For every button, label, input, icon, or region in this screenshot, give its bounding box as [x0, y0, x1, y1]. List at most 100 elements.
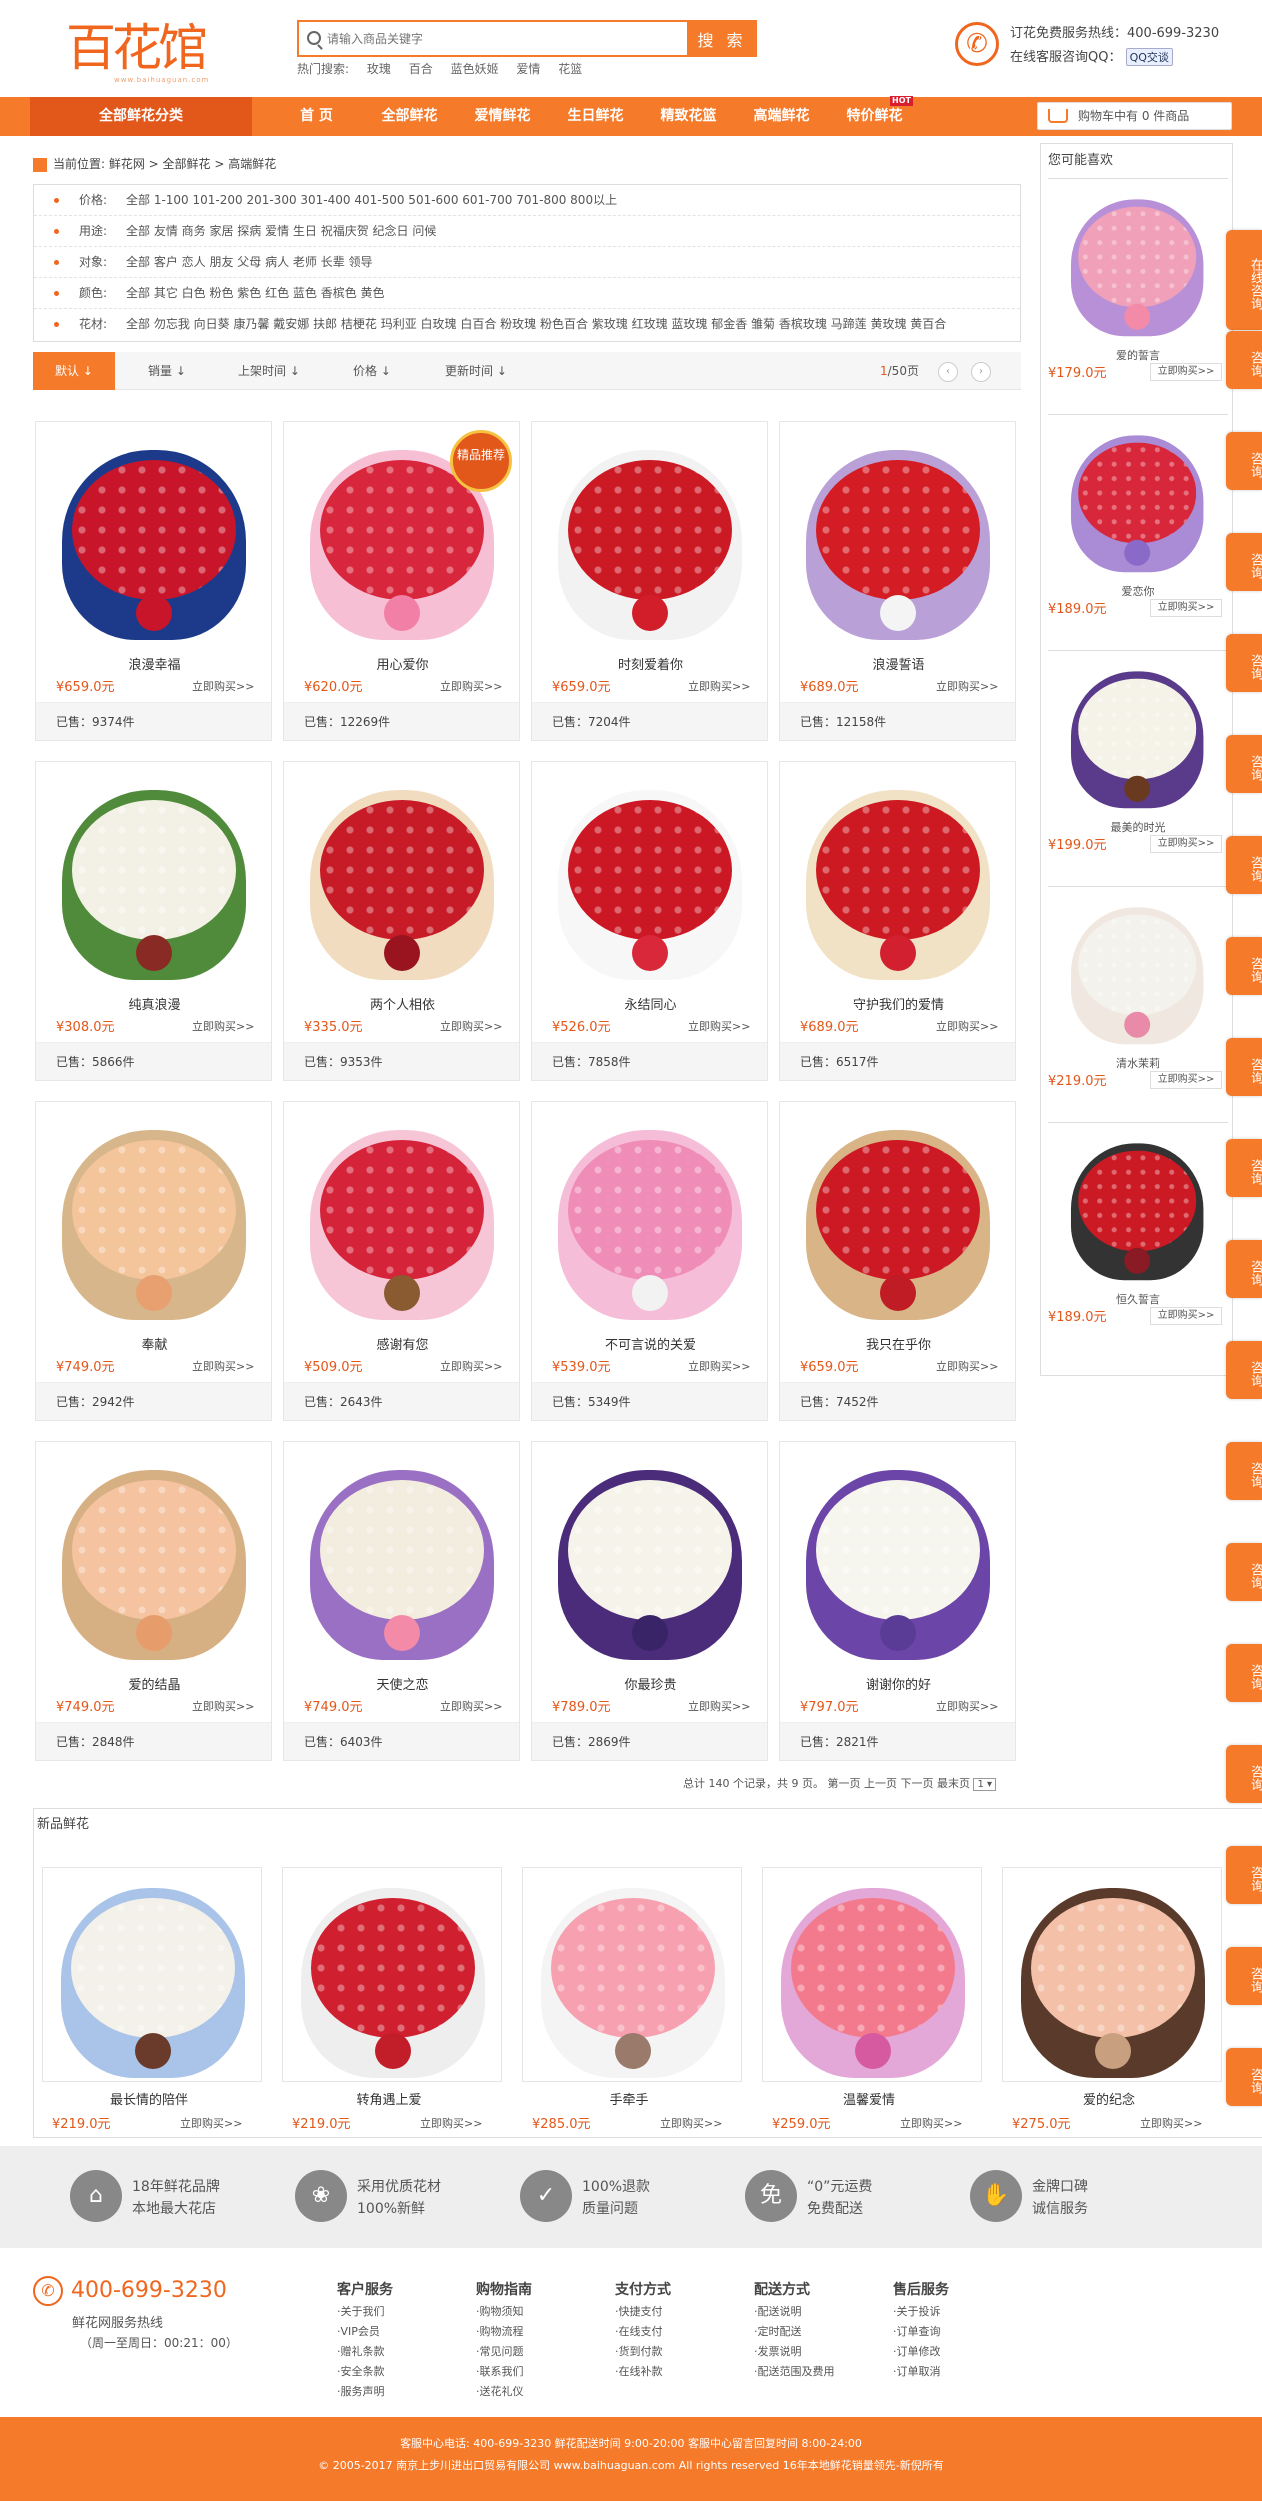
nav-item-birthday[interactable]: 生日鲜花 [549, 97, 642, 136]
product-image[interactable] [44, 430, 264, 655]
online-consult-tab[interactable]: 咨询 [1226, 1543, 1262, 1601]
sidebar-product-name[interactable]: 爱恋你 [1048, 583, 1228, 599]
footer-link[interactable]: ·在线补款 [615, 2362, 671, 2382]
product-name[interactable]: 不可言说的关爱 [532, 1334, 769, 1353]
sidebar-product[interactable]: 爱的誓言 ¥179.0元 立即购买>> [1048, 178, 1228, 414]
product-name[interactable]: 感谢有您 [284, 1334, 521, 1353]
sidebar-buy-button[interactable]: 立即购买>> [1150, 835, 1222, 853]
product-card[interactable]: 时刻爱着你 ¥659.0元 立即购买>> 已售：7204件 [531, 421, 768, 741]
sort-default[interactable]: 默认 ↓ [33, 352, 115, 390]
sidebar-product-name[interactable]: 爱的誓言 [1048, 347, 1228, 363]
product-name[interactable]: 浪漫誓语 [780, 654, 1017, 673]
sidebar-buy-button[interactable]: 立即购买>> [1150, 1071, 1222, 1089]
footer-link[interactable]: ·快捷支付 [615, 2302, 671, 2322]
online-consult-tab[interactable]: 咨询 [1226, 735, 1262, 793]
sort-price[interactable]: 价格 ↓ [353, 352, 391, 390]
footer-link[interactable]: ·订单查询 [893, 2322, 949, 2342]
online-consult-tab[interactable]: 咨询 [1226, 937, 1262, 995]
online-consult-tab[interactable]: 咨询 [1226, 1341, 1262, 1399]
product-image[interactable] [292, 1110, 512, 1335]
product-card[interactable]: 浪漫幸福 ¥659.0元 立即购买>> 已售：9374件 [35, 421, 272, 741]
breadcrumb-text[interactable]: 当前位置: 鲜花网 > 全部鲜花 > 高端鲜花 [53, 157, 276, 171]
next-page-button[interactable]: › [971, 362, 991, 382]
footer-link[interactable]: ·在线支付 [615, 2322, 671, 2342]
new-product-image[interactable] [522, 1867, 742, 2082]
product-card[interactable]: 不可言说的关爱 ¥539.0元 立即购买>> 已售：5349件 [531, 1101, 768, 1421]
online-consult-tab[interactable]: 咨询 [1226, 1240, 1262, 1298]
new-product-name[interactable]: 手牵手 [514, 2089, 744, 2108]
sidebar-product-image[interactable] [1058, 657, 1218, 817]
product-name[interactable]: 永结同心 [532, 994, 769, 1013]
new-product-image[interactable] [1002, 1867, 1222, 2082]
pagination-text[interactable]: 总计 140 个记录，共 9 页。 第一页 上一页 下一页 最末页 [683, 1777, 970, 1790]
product-name[interactable]: 奉献 [36, 1334, 273, 1353]
new-product-name[interactable]: 爱的纪念 [994, 2089, 1224, 2108]
new-product[interactable]: 温馨爱情 ¥259.0元 立即购买>> [754, 1867, 982, 2132]
product-name[interactable]: 时刻爱着你 [532, 654, 769, 673]
product-name[interactable]: 你最珍贵 [532, 1674, 769, 1693]
new-product[interactable]: 最长情的陪伴 ¥219.0元 立即购买>> [34, 1867, 262, 2132]
prev-page-button[interactable]: ‹ [938, 362, 958, 382]
buy-now-link[interactable]: 立即购买>> [936, 1018, 998, 1034]
sidebar-product-name[interactable]: 清水茉莉 [1048, 1055, 1228, 1071]
hot-search-link[interactable]: 玫瑰 [367, 62, 391, 76]
footer-link[interactable]: ·配送范围及费用 [754, 2362, 835, 2382]
footer-link[interactable]: ·关于投诉 [893, 2302, 949, 2322]
buy-now-link[interactable]: 立即购买>> [688, 1698, 750, 1714]
sidebar-product-image[interactable] [1058, 185, 1218, 345]
sidebar-product-name[interactable]: 最美的时光 [1048, 819, 1228, 835]
sidebar-product-image[interactable] [1058, 421, 1218, 581]
product-name[interactable]: 天使之恋 [284, 1674, 521, 1693]
sort-listed-time[interactable]: 上架时间 ↓ [238, 352, 300, 390]
nav-item-love[interactable]: 爱情鲜花 [456, 97, 549, 136]
search-input[interactable] [327, 27, 707, 50]
online-consult-tab[interactable]: 咨询 [1226, 1745, 1262, 1803]
footer-link[interactable]: ·订单修改 [893, 2342, 949, 2362]
online-consult-tab[interactable]: 咨询 [1226, 836, 1262, 894]
product-card[interactable]: 天使之恋 ¥749.0元 立即购买>> 已售：6403件 [283, 1441, 520, 1761]
hot-search-link[interactable]: 花篮 [558, 62, 582, 76]
nav-item-premium[interactable]: 高端鲜花 [735, 97, 828, 136]
product-name[interactable]: 我只在乎你 [780, 1334, 1017, 1353]
product-card[interactable]: 永结同心 ¥526.0元 立即购买>> 已售：7858件 [531, 761, 768, 1081]
sidebar-product-image[interactable] [1058, 1129, 1218, 1289]
footer-link[interactable]: ·联系我们 [476, 2362, 532, 2382]
footer-link[interactable]: ·安全条款 [337, 2362, 393, 2382]
buy-now-link[interactable]: 立即购买>> [192, 678, 254, 694]
footer-link[interactable]: ·常见问题 [476, 2342, 532, 2362]
footer-link[interactable]: ·购物流程 [476, 2322, 532, 2342]
product-image[interactable]: 精品推荐 [292, 430, 512, 655]
new-buy-link[interactable]: 立即购买>> [900, 2115, 962, 2131]
product-image[interactable] [44, 770, 264, 995]
online-consult-tab[interactable]: 咨询 [1226, 1644, 1262, 1702]
footer-link[interactable]: ·配送说明 [754, 2302, 835, 2322]
filter-options[interactable]: 全部 其它 白色 粉色 紫色 红色 蓝色 香槟色 黄色 [126, 278, 385, 309]
footer-link[interactable]: ·货到付款 [615, 2342, 671, 2362]
product-image[interactable] [788, 1110, 1008, 1335]
new-buy-link[interactable]: 立即购买>> [420, 2115, 482, 2131]
filter-options[interactable]: 全部 客户 恋人 朋友 父母 病人 老师 长辈 领导 [126, 247, 373, 278]
new-product-name[interactable]: 最长情的陪伴 [34, 2089, 264, 2108]
filter-options[interactable]: 全部 1-100 101-200 201-300 301-400 401-500… [126, 185, 617, 216]
buy-now-link[interactable]: 立即购买>> [192, 1358, 254, 1374]
product-image[interactable] [44, 1450, 264, 1675]
product-name[interactable]: 谢谢你的好 [780, 1674, 1017, 1693]
buy-now-link[interactable]: 立即购买>> [440, 1018, 502, 1034]
online-consult-tab[interactable]: 咨询 [1226, 634, 1262, 692]
nav-item-sale[interactable]: 特价鲜花 HOT [828, 96, 921, 136]
sidebar-product[interactable]: 最美的时光 ¥199.0元 立即购买>> [1048, 650, 1228, 886]
online-consult-tab[interactable]: 咨询 [1226, 1139, 1262, 1197]
online-consult-tab[interactable]: 咨询 [1226, 1442, 1262, 1500]
logo[interactable]: 百花馆 www.baihuaguan.com [66, 18, 216, 90]
nav-item-home[interactable]: 首 页 [270, 97, 363, 136]
buy-now-link[interactable]: 立即购买>> [440, 678, 502, 694]
new-product-image[interactable] [282, 1867, 502, 2082]
sidebar-product-name[interactable]: 恒久誓言 [1048, 1291, 1228, 1307]
buy-now-link[interactable]: 立即购买>> [688, 1358, 750, 1374]
buy-now-link[interactable]: 立即购买>> [440, 1698, 502, 1714]
new-product-image[interactable] [42, 1867, 262, 2082]
online-consult-tab[interactable]: 咨询 [1226, 1038, 1262, 1096]
online-consult-tab[interactable]: 在线咨询 [1226, 230, 1262, 330]
product-image[interactable] [540, 1450, 760, 1675]
nav-item-baskets[interactable]: 精致花篮 [642, 97, 735, 136]
